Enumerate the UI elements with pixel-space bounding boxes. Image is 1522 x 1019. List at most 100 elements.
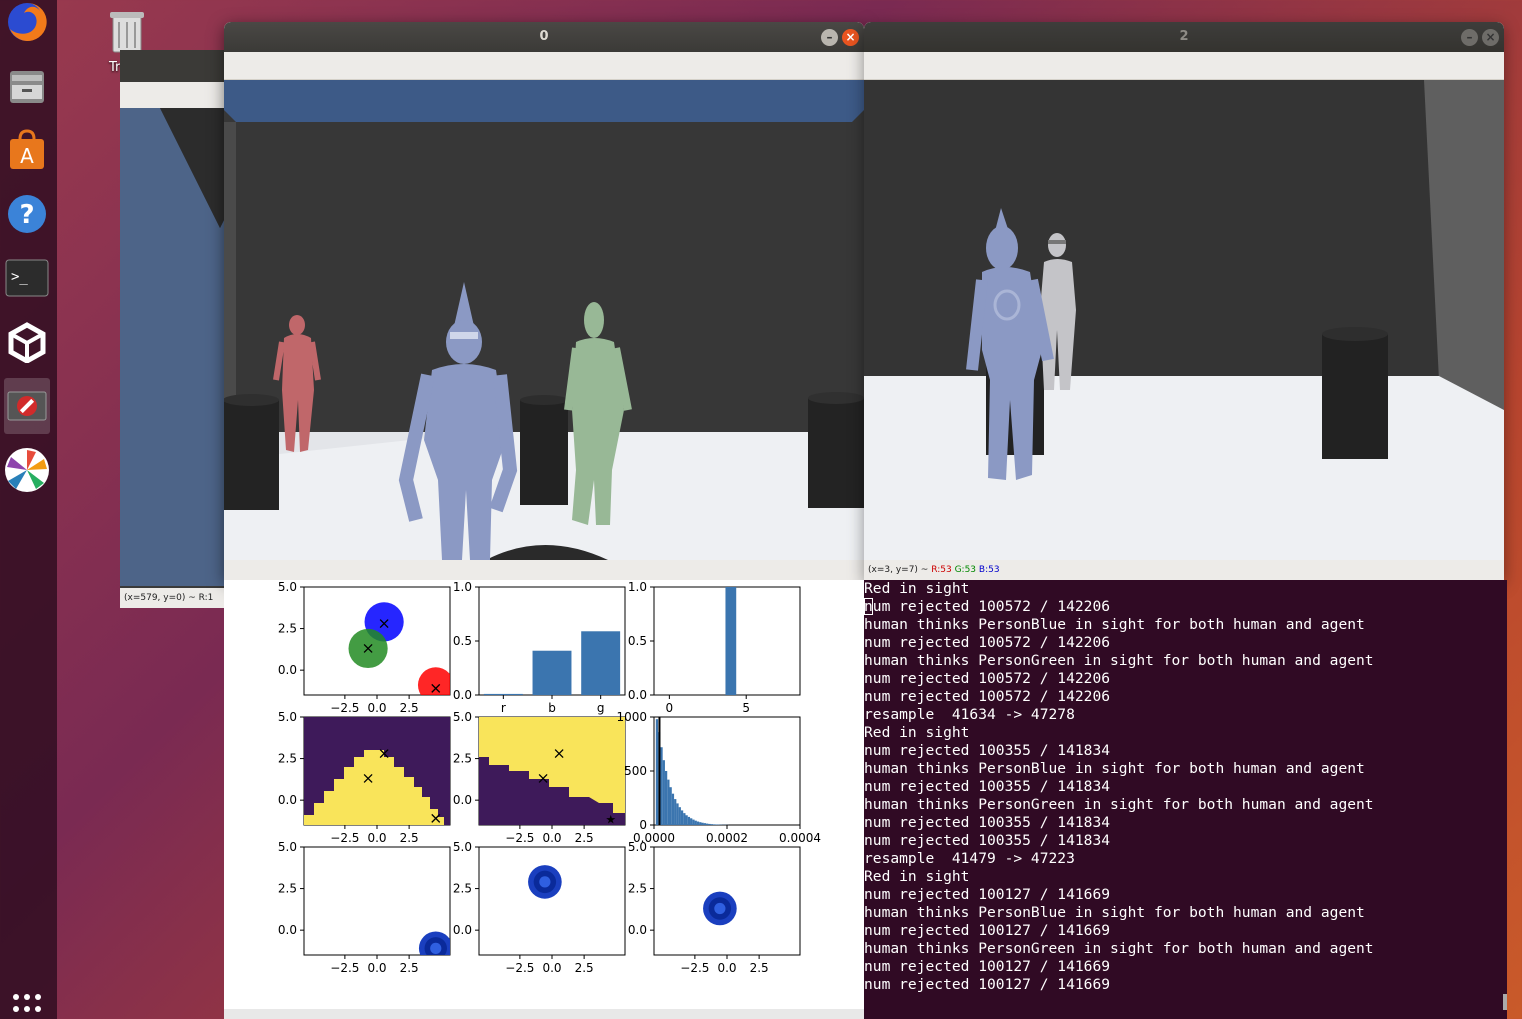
- terminal-line: num rejected 100127 / 141669: [864, 922, 1111, 939]
- x-tick-label: b: [548, 701, 556, 715]
- minimize-button-2[interactable]: –: [1461, 29, 1478, 46]
- unity-icon[interactable]: [4, 314, 50, 370]
- firefox-icon[interactable]: [4, 0, 50, 50]
- y-tick-label: 1.0: [453, 580, 472, 594]
- terminal-line: human thinks PersonBlue in sight for bot…: [864, 904, 1365, 921]
- terminal-line: num rejected 100355 / 141834: [864, 778, 1111, 795]
- close-button-2[interactable]: ×: [1482, 29, 1499, 46]
- density-panel-2: [478, 846, 626, 956]
- x-tick-label: 2.5: [400, 831, 419, 845]
- x-tick-label: 5: [742, 701, 750, 715]
- terminal-line: human thinks PersonGreen in sight for bo…: [864, 940, 1374, 957]
- minimize-button[interactable]: –: [821, 29, 838, 46]
- scatter-cloud-2: [417, 667, 450, 695]
- status-b: B:53: [978, 565, 1000, 575]
- x-tick-label: r: [501, 701, 506, 715]
- y-tick-label: 500: [624, 764, 647, 778]
- y-tick-label: 0.5: [628, 634, 647, 648]
- bar-single: [725, 587, 737, 695]
- y-tick-label: 1000: [616, 710, 647, 724]
- close-button[interactable]: ×: [842, 29, 859, 46]
- histogram-bar: [703, 823, 707, 825]
- terminal-line: num rejected 100127 / 141669: [864, 976, 1111, 993]
- density-cloud-group: [703, 891, 737, 926]
- x-tick-label: 0.0: [367, 831, 386, 845]
- close-icon: ×: [845, 30, 856, 44]
- matplotlib-figure-window[interactable]: 5.0 2.5 0.0 −2.5 0.0 2.5 r b g 1.0 0.5 0.0 1.0 0.5 0.0…: [224, 580, 864, 1019]
- figure-canvas: 5.0 2.5 0.0 −2.5 0.0 2.5 r b g 1.0 0.5 0.0 1.0 0.5 0.0…: [278, 580, 821, 975]
- show-apps-icon[interactable]: [4, 975, 50, 1019]
- histogram-bar: [687, 816, 691, 825]
- window-0-titlebar[interactable]: 0 – ×: [224, 22, 864, 52]
- terminal-line: Red in sight: [864, 724, 970, 741]
- y-tick-label: 0.0: [278, 793, 297, 807]
- agent-view-render: [224, 80, 864, 560]
- x-tick-label: 0.0: [542, 961, 561, 975]
- human-view-render: [864, 80, 1504, 560]
- x-tick-label: 2.5: [575, 961, 594, 975]
- histogram-bar: [678, 807, 681, 825]
- x-tick-label: g: [597, 701, 605, 715]
- svg-text:?: ?: [19, 200, 34, 230]
- y-tick-label: 0.5: [453, 634, 472, 648]
- x-tick-label: −2.5: [505, 961, 534, 975]
- bar-b: [532, 650, 572, 695]
- x-tick-label: −2.5: [680, 961, 709, 975]
- x-tick-label: 2.5: [400, 701, 419, 715]
- window-0[interactable]: 0 – ×: [224, 22, 864, 580]
- y-tick-label: 0.0: [453, 688, 472, 702]
- window-2-titlebar[interactable]: 2 – ×: [864, 22, 1504, 52]
- terminal-cursor[interactable]: [864, 598, 873, 615]
- background-window[interactable]: (x=579, y=0) ~ R:1: [120, 50, 230, 608]
- x-tick-label: 2.5: [400, 961, 419, 975]
- x-tick-label: 0.0002: [706, 831, 748, 845]
- terminal-line: num rejected 100355 / 141834: [864, 814, 1111, 831]
- x-tick-label: 0.0004: [779, 831, 821, 845]
- window-0-title: 0: [539, 29, 549, 44]
- background-render: [120, 108, 230, 586]
- window-2[interactable]: 2 – × (x=3, y=7) ~ R:53 G:53 B:53: [864, 22, 1504, 580]
- terminal-line: num rejected 100355 / 141834: [864, 832, 1111, 849]
- y-tick-label: 5.0: [453, 710, 472, 724]
- y-tick-label: 0.0: [453, 793, 472, 807]
- y-tick-label: 1.0: [628, 580, 647, 594]
- histogram-bar: [671, 793, 675, 825]
- terminal-line: num rejected 100127 / 141669: [864, 958, 1111, 975]
- density-cloud-core: [714, 902, 726, 915]
- minimize-icon: –: [826, 30, 833, 44]
- blocked-app-icon[interactable]: [4, 378, 50, 434]
- terminal-icon[interactable]: >_: [4, 250, 50, 306]
- files-icon[interactable]: [4, 58, 50, 114]
- density-cloud-core: [430, 942, 442, 954]
- help-icon[interactable]: ?: [4, 186, 50, 242]
- histogram-bar: [696, 821, 700, 825]
- y-tick-label: 5.0: [278, 580, 297, 594]
- histogram-bar: [683, 813, 686, 825]
- terminal-scrollbar[interactable]: [1503, 994, 1507, 1010]
- histogram-bar: [667, 779, 670, 825]
- terminal-line: num rejected 100572 / 142206: [864, 634, 1111, 651]
- histogram-bar: [664, 771, 668, 825]
- x-tick-label: 0.0: [367, 701, 386, 715]
- terminal-window[interactable]: Red in sight num rejected 100572 / 142206…: [864, 580, 1507, 1019]
- y-tick-label: 5.0: [453, 840, 472, 854]
- terminal-line: num rejected 100572 / 142206: [864, 598, 1111, 615]
- software-center-icon[interactable]: A: [4, 122, 50, 178]
- y-tick-label: 0: [639, 818, 647, 832]
- color-wheel-icon[interactable]: [4, 442, 50, 498]
- terminal-line: num rejected 100127 / 141669: [864, 886, 1111, 903]
- minimize-icon: –: [1466, 30, 1473, 44]
- y-tick-label: 0.0: [628, 688, 647, 702]
- terminal-output: Red in sight num rejected 100572 / 142206…: [864, 580, 1507, 993]
- figure-navigation-toolbar: [224, 1009, 864, 1019]
- density-cloud-group: [418, 931, 450, 955]
- window-2-status: (x=3, y=7) ~: [868, 565, 929, 575]
- terminal-line: human thinks PersonBlue in sight for bot…: [864, 760, 1365, 777]
- histogram-bar: [669, 787, 672, 825]
- histogram-bar: [660, 747, 663, 825]
- x-tick-label: −2.5: [330, 961, 359, 975]
- histogram-bar: [692, 819, 695, 825]
- terminal-line: resample 41479 -> 47223: [864, 850, 1075, 867]
- histogram-bar: [676, 803, 679, 825]
- x-tick-label: 2.5: [750, 961, 769, 975]
